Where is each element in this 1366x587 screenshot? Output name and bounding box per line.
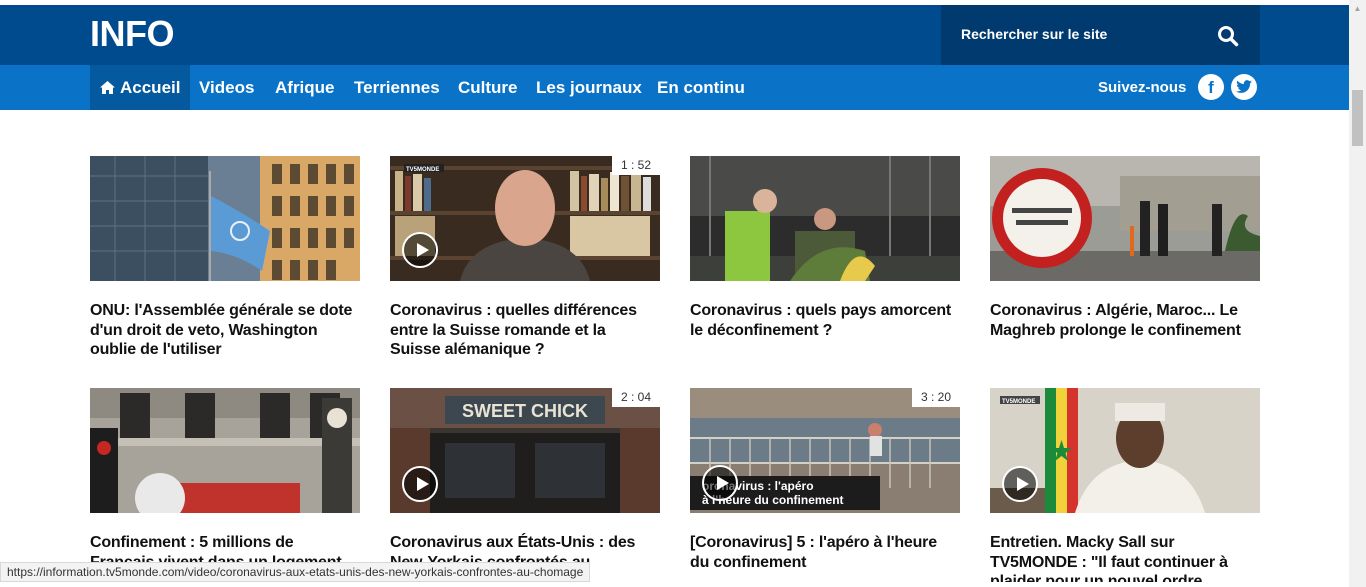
article-title[interactable]: Coronavirus : Algérie, Maroc... Le Maghr… <box>990 301 1260 340</box>
play-icon[interactable] <box>1002 466 1038 502</box>
play-icon[interactable] <box>402 232 438 268</box>
article-title[interactable]: Coronavirus : quelles différences entre … <box>390 301 660 360</box>
article-thumbnail[interactable]: TV5MONDE <box>990 388 1260 513</box>
page: INFO Rechercher sur le site Accueil Vide… <box>0 0 1366 587</box>
video-duration: 3 : 20 <box>912 388 960 407</box>
video-duration: 2 : 04 <box>612 388 660 407</box>
article-thumbnail[interactable] <box>690 156 960 281</box>
article-card[interactable]: Coronavirus : Algérie, Maroc... Le Maghr… <box>990 156 1260 340</box>
video-duration: 1 : 52 <box>612 156 660 175</box>
nav-item-terriennes[interactable]: Terriennes <box>354 65 440 110</box>
article-title[interactable]: [Coronavirus] 5 : l'apéro à l'heure du c… <box>690 533 960 572</box>
article-thumbnail[interactable]: SWEET CHICK 2 : 04 <box>390 388 660 513</box>
follow-label: Suivez-nous <box>1098 79 1187 96</box>
nav-item-culture[interactable]: Culture <box>458 65 518 110</box>
search-icon[interactable] <box>1217 25 1239 47</box>
site-header: INFO Rechercher sur le site <box>0 5 1349 65</box>
article-title[interactable]: ONU: l'Assemblée générale se dote d'un d… <box>90 301 360 360</box>
article-thumbnail[interactable] <box>990 156 1260 281</box>
nav-item-en-continu[interactable]: En continu <box>657 65 745 110</box>
nav-label: Accueil <box>120 78 181 97</box>
article-card[interactable]: Confinement : 5 millions de Français viv… <box>90 388 360 572</box>
article-thumbnail[interactable] <box>90 156 360 281</box>
viewport-bottom <box>0 582 1349 587</box>
main-nav: Accueil Videos Afrique Terriennes Cultur… <box>0 65 1349 110</box>
store-sign: SWEET CHICK <box>462 401 588 421</box>
thumb-logo: TV5MONDE <box>406 167 439 173</box>
article-title[interactable]: Entretien. Macky Sall sur TV5MONDE : "Il… <box>990 533 1260 587</box>
scroll-up-arrow-icon[interactable]: ▲ <box>1349 0 1366 17</box>
article-card[interactable]: SWEET CHICK 2 : 04 Coronavirus aux États… <box>390 388 660 572</box>
scrollbar-thumb[interactable] <box>1352 90 1363 146</box>
thumb-logo: TV5MONDE <box>1002 399 1035 405</box>
vertical-scrollbar[interactable]: ▲ <box>1349 0 1366 587</box>
play-icon[interactable] <box>702 465 738 501</box>
nav-item-afrique[interactable]: Afrique <box>275 65 335 110</box>
nav-item-accueil[interactable]: Accueil <box>90 65 191 110</box>
twitter-icon[interactable] <box>1231 74 1257 100</box>
play-icon[interactable] <box>402 466 438 502</box>
article-title[interactable]: Coronavirus : quels pays amorcent le déc… <box>690 301 960 340</box>
article-card[interactable]: oronavirus : l'apéro à l'heure du confin… <box>690 388 960 572</box>
article-thumbnail[interactable]: oronavirus : l'apéro à l'heure du confin… <box>690 388 960 513</box>
home-icon <box>100 81 115 94</box>
article-card[interactable]: TV5MONDE 1 : 52 Coronavirus : quelles di… <box>390 156 660 360</box>
search-box[interactable]: Rechercher sur le site <box>941 5 1260 65</box>
article-thumbnail[interactable]: TV5MONDE 1 : 52 <box>390 156 660 281</box>
article-card[interactable]: Coronavirus : quels pays amorcent le déc… <box>690 156 960 340</box>
facebook-icon[interactable]: f <box>1198 74 1224 100</box>
article-card[interactable]: ONU: l'Assemblée générale se dote d'un d… <box>90 156 360 360</box>
search-input[interactable]: Rechercher sur le site <box>961 26 1107 42</box>
article-card[interactable]: TV5MONDE Entretien. Macky Sall sur TV5MO… <box>990 388 1260 587</box>
status-bar-url: https://information.tv5monde.com/video/c… <box>0 562 591 582</box>
site-logo[interactable]: INFO <box>90 13 175 55</box>
nav-item-videos[interactable]: Videos <box>199 65 254 110</box>
article-thumbnail[interactable] <box>90 388 360 513</box>
nav-item-les-journaux[interactable]: Les journaux <box>536 65 642 110</box>
